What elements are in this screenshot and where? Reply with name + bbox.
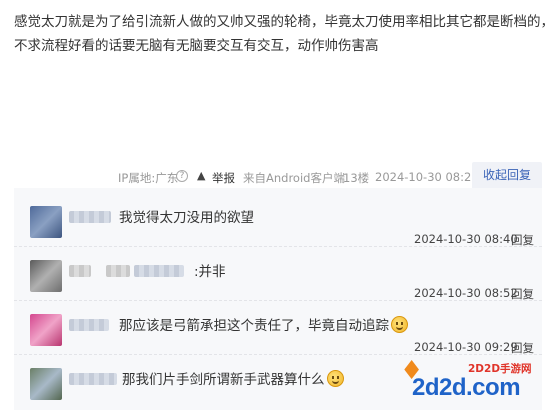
avatar[interactable] <box>30 260 62 292</box>
list-item: :并非 2024-10-30 08:52 回复 <box>14 246 542 301</box>
avatar[interactable] <box>30 368 62 400</box>
post-text-line: 感觉太刀就是为了给引流新人做的又帅又强的轮椅，毕竟太刀使用率相比其它都是断档的， <box>14 14 550 30</box>
reply-text: 我觉得太刀没用的欲望 <box>119 210 254 226</box>
ip-location: IP属地:广东 <box>118 171 179 185</box>
collapse-replies-button[interactable]: 收起回复 <box>472 162 542 188</box>
username-blurred[interactable] <box>69 373 117 385</box>
avatar[interactable] <box>30 314 62 346</box>
reply-time: 2024-10-30 08:40 <box>414 232 518 246</box>
username-blurred[interactable] <box>69 211 111 223</box>
list-item: 那应该是弓箭承担这个责任了，毕竟自动追踪 2024-10-30 09:29 回复 <box>14 300 542 355</box>
reply-text-content: 那应该是弓箭承担这个责任了，毕竟自动追踪 <box>119 318 389 334</box>
smile-emoji-icon <box>326 370 344 387</box>
reply-time: 2024-10-30 08:52 <box>414 286 518 300</box>
username-blurred[interactable] <box>69 265 91 277</box>
reply-text: 那我们片手剑所谓新手武器算什么 <box>122 368 344 388</box>
site-watermark: ♦ 2D2D手游网 2d2d.com <box>398 356 548 410</box>
report-link[interactable]: 举报 <box>212 170 235 186</box>
floor-number: 13楼 <box>343 171 370 185</box>
help-icon[interactable]: ? <box>176 170 188 182</box>
list-item: 我觉得太刀没用的欲望 2024-10-30 08:40 回复 <box>14 192 542 247</box>
post-time: 2024-10-30 08:25 <box>375 170 479 184</box>
reply-text-content: 那我们片手剑所谓新手武器算什么 <box>122 372 325 388</box>
client-source: 来自Android客户端 <box>243 171 345 185</box>
post-text-line: 不求流程好看的话要无脑有无脑要交互有交互，动作帅伤害高 <box>14 38 379 54</box>
username-blurred[interactable] <box>106 265 130 277</box>
username-blurred[interactable] <box>134 265 184 277</box>
reply-time: 2024-10-30 09:29 <box>414 340 518 354</box>
watermark-domain: 2d2d.com <box>412 374 521 401</box>
avatar[interactable] <box>30 206 62 238</box>
reply-text: 那应该是弓箭承担这个责任了，毕竟自动追踪 <box>119 314 408 334</box>
smile-emoji-icon <box>391 316 408 333</box>
warning-icon[interactable]: ▲ <box>197 169 205 182</box>
post-content: 感觉太刀就是为了给引流新人做的又帅又强的轮椅，毕竟太刀使用率相比其它都是断档的，… <box>14 10 550 58</box>
reply-text: :并非 <box>194 264 226 280</box>
username-blurred[interactable] <box>69 319 109 331</box>
post-meta-bar: IP属地:广东 ? ▲ 举报 来自Android客户端 13楼 2024-10-… <box>0 167 550 187</box>
